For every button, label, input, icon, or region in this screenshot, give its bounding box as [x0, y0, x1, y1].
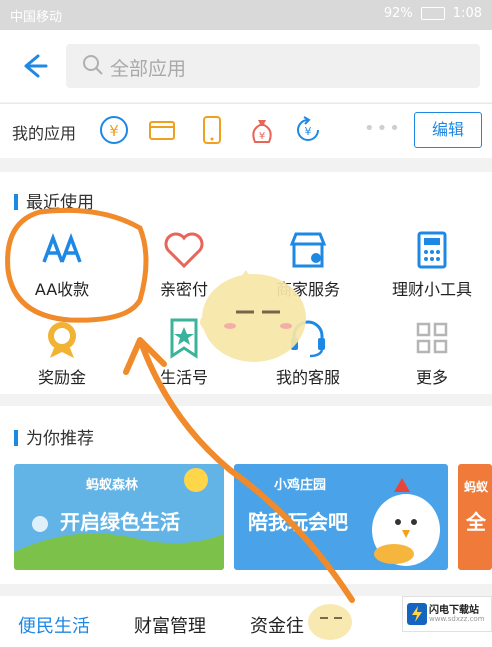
app-label: 理财小工具	[391, 280, 472, 299]
headset-icon	[286, 316, 330, 360]
app-life-account[interactable]: 生活号	[124, 316, 244, 388]
section-marker	[14, 194, 18, 210]
card-big-title: 开启绿色生活	[60, 510, 180, 534]
search-placeholder: 全部应用	[110, 58, 187, 80]
app-aa-split[interactable]: AA收款	[2, 228, 122, 300]
section-marker	[14, 430, 18, 446]
tab-wealth[interactable]: 财富管理	[134, 612, 206, 638]
app-label: 亲密付	[159, 280, 208, 299]
recommend-title-text: 为你推荐	[26, 429, 94, 449]
wallet-card-icon[interactable]	[146, 114, 178, 146]
status-bar: 中国移动 92% 1:08	[0, 0, 492, 30]
svg-text:¥: ¥	[109, 122, 119, 140]
card-big-title: 全	[466, 510, 486, 534]
clock-time: 1:08	[452, 6, 482, 21]
phone-icon[interactable]	[196, 114, 228, 146]
search-input[interactable]: 全部应用	[66, 44, 480, 88]
recent-title: 最近使用	[14, 188, 94, 213]
app-merchant-service[interactable]: 商家服务	[248, 228, 368, 300]
reward-icon	[40, 316, 84, 360]
back-arrow-icon[interactable]	[14, 48, 50, 84]
svg-text:¥: ¥	[259, 131, 265, 142]
recent-section: 最近使用 AA收款 亲密付 商家服务 理财小工具 奖励金 生活号 我的客服 更多	[0, 172, 492, 394]
carrier-label: 中国移动	[10, 10, 63, 25]
app-reward[interactable]: 奖励金	[2, 316, 122, 388]
svg-text:¥: ¥	[305, 125, 312, 138]
edit-button[interactable]: 编辑	[414, 112, 482, 148]
grid-more-icon	[410, 316, 454, 360]
app-customer-service[interactable]: 我的客服	[248, 316, 368, 388]
more-dots: •••	[364, 118, 402, 139]
refresh-yen-icon[interactable]: ¥	[292, 114, 324, 146]
storefront-icon	[286, 228, 330, 272]
app-label: AA收款	[34, 280, 90, 299]
app-label: 奖励金	[37, 368, 86, 387]
star-badge-icon	[162, 316, 206, 360]
recommend-section: 为你推荐 蚂蚁森林 开启绿色生活 小鸡庄园 陪我玩会吧 蚂蚁 全	[0, 406, 492, 584]
tab-convenience[interactable]: 便民生活	[18, 612, 90, 638]
card-small-title: 蚂蚁森林	[86, 478, 139, 493]
card-small-title: 小鸡庄园	[274, 478, 327, 493]
watermark-badge: 闪电下载站 www.sdxzz.com	[402, 596, 492, 632]
watermark-url: www.sdxzz.com	[429, 615, 485, 623]
yen-circle-icon[interactable]: ¥	[98, 114, 130, 146]
app-label: 更多	[415, 368, 448, 387]
status-icons: 92% 1:08	[384, 6, 482, 21]
recent-title-text: 最近使用	[26, 193, 94, 213]
battery-percent: 92%	[383, 6, 413, 21]
app-intimate-pay[interactable]: 亲密付	[124, 228, 244, 300]
app-label: 商家服务	[275, 280, 340, 299]
app-finance-tools[interactable]: 理财小工具	[372, 228, 492, 300]
app-label: 我的客服	[275, 368, 340, 387]
lightning-logo-icon	[407, 603, 427, 625]
app-more[interactable]: 更多	[372, 316, 492, 388]
card-small-title: 蚂蚁	[464, 480, 489, 494]
search-icon	[82, 54, 104, 80]
card-ant-forest[interactable]: 蚂蚁森林 开启绿色生活	[14, 464, 224, 570]
heart-icon	[162, 228, 206, 272]
my-apps-row: 我的应用 ¥ ¥ ¥ ••• 编辑	[0, 103, 492, 158]
card-partial[interactable]: 蚂蚁 全	[458, 464, 492, 570]
watermark-title: 闪电下载站	[429, 605, 479, 616]
card-chicken-farm[interactable]: 小鸡庄园 陪我玩会吧	[234, 464, 448, 570]
money-bag-icon[interactable]: ¥	[246, 114, 278, 146]
tab-funds[interactable]: 资金往	[250, 612, 304, 638]
search-header: 全部应用	[0, 30, 492, 102]
my-apps-label: 我的应用	[12, 124, 77, 143]
aa-split-icon	[40, 228, 84, 272]
battery-icon	[420, 7, 445, 20]
recommend-title: 为你推荐	[14, 424, 94, 449]
app-label: 生活号	[159, 368, 208, 387]
calculator-icon	[410, 228, 454, 272]
card-big-title: 陪我玩会吧	[248, 510, 348, 534]
